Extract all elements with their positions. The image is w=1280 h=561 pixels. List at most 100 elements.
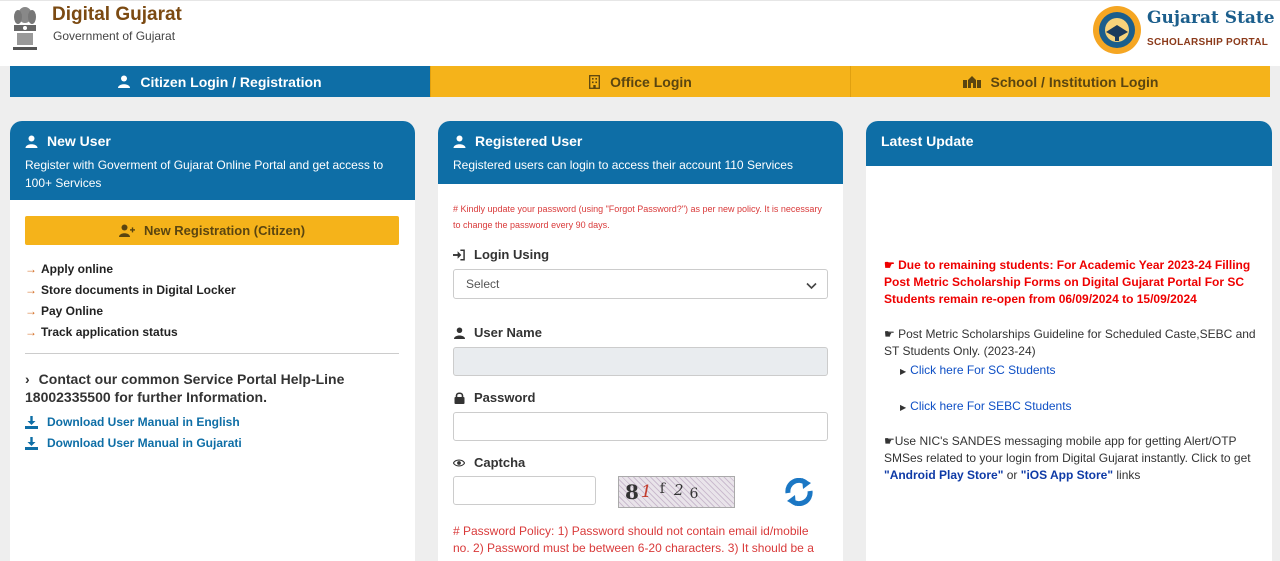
arrow-right-icon: → — [25, 282, 37, 297]
arrow-right-icon: → — [25, 324, 37, 339]
feature-text: Store documents in Digital Locker — [41, 282, 236, 297]
national-emblem-icon — [13, 7, 37, 50]
new-user-header: New User Register with Goverment of Guja… — [10, 121, 415, 200]
tab-citizen-login[interactable]: Citizen Login / Registration — [10, 66, 430, 97]
password-policy-text: # Password Policy: 1) Password should no… — [453, 524, 814, 555]
links-text: links — [1116, 468, 1141, 482]
login-using-select[interactable]: Select — [453, 269, 828, 299]
feature-text: Pay Online — [41, 303, 104, 318]
latest-update-card: Latest Update ☛ Due to remaining student… — [866, 121, 1272, 561]
login-using-text: Login Using — [474, 247, 550, 262]
captcha-char: 8 — [625, 480, 639, 504]
registered-user-title: Registered User — [475, 133, 583, 149]
captcha-char: 1 — [640, 482, 652, 502]
sign-in-icon — [453, 248, 465, 261]
tab-label: Citizen Login / Registration — [140, 73, 322, 90]
guideline-text: ☛ Post Metric Scholarships Guideline for… — [884, 326, 1264, 360]
arrow-right-icon: → — [25, 303, 37, 318]
new-user-card: New User Register with Goverment of Guja… — [10, 121, 415, 561]
tab-label: Office Login — [610, 73, 692, 90]
site-header: Digital Gujarat Government of Gujarat Gu… — [0, 0, 1280, 66]
registered-user-title-row: Registered User — [453, 133, 828, 149]
new-user-title-row: New User — [25, 133, 400, 149]
tab-label: School / Institution Login — [990, 73, 1159, 90]
tab-office-login[interactable]: Office Login — [430, 66, 850, 97]
scholarship-portal-logo — [1093, 6, 1141, 54]
password-input[interactable] — [453, 412, 828, 441]
captcha-char: 6 — [689, 486, 699, 502]
registered-user-header: Registered User Registered users can log… — [438, 121, 843, 184]
brand-title: Digital Gujarat — [52, 4, 182, 25]
list-item: → Track application status — [25, 321, 236, 342]
new-registration-button[interactable]: New Registration (Citizen) — [25, 216, 399, 245]
portal-subtitle: SCHOLARSHIP PORTAL — [1147, 37, 1269, 48]
pointing-hand-icon: ☛ — [884, 434, 895, 448]
login-tabs: Citizen Login / Registration Office Logi… — [10, 66, 1270, 97]
guideline-label: Post Metric Scholarships Guideline for S… — [884, 327, 1256, 358]
username-input[interactable] — [453, 347, 828, 376]
username-text: User Name — [474, 325, 542, 340]
pointing-hand-icon: ☛ — [884, 258, 899, 272]
password-update-notice: # Kindly update your password (using "Fo… — [453, 204, 822, 230]
alert-text: Due to remaining students: For Academic … — [884, 258, 1251, 306]
new-registration-label: New Registration (Citizen) — [143, 223, 306, 238]
download-english-label: Download User Manual in English — [47, 415, 240, 429]
android-play-store-link[interactable]: "Android Play Store" — [884, 468, 1003, 482]
login-using-label: Login Using — [453, 247, 549, 262]
sebc-students-link[interactable]: ▶ Click here For SEBC Students — [900, 399, 1072, 413]
eye-icon — [453, 458, 465, 468]
captcha-char: 2 — [673, 480, 684, 499]
user-icon — [453, 135, 466, 148]
or-text: or — [1006, 468, 1018, 482]
feature-list: → Apply online → Store documents in Digita… — [25, 258, 236, 342]
sc-students-link[interactable]: ▶ Click here For SC Students — [900, 363, 1056, 377]
new-user-description: Register with Goverment of Gujarat Onlin… — [25, 158, 384, 190]
helpline-label: Contact our common Service Portal Help-L… — [25, 371, 345, 405]
password-label: Password — [453, 390, 535, 405]
download-icon — [25, 415, 38, 429]
download-gujarati-label: Download User Manual in Gujarati — [47, 436, 242, 450]
password-text: Password — [474, 390, 536, 405]
refresh-captcha-icon[interactable] — [784, 477, 814, 511]
scholarship-alert: ☛ Due to remaining students: For Academi… — [884, 257, 1264, 308]
sebc-link-label: Click here For SEBC Students — [910, 399, 1072, 413]
user-icon — [25, 135, 38, 148]
tab-school-login[interactable]: School / Institution Login — [850, 66, 1270, 97]
captcha-input[interactable] — [453, 476, 596, 505]
user-icon — [453, 327, 465, 339]
ios-app-store-link[interactable]: "iOS App Store" — [1021, 468, 1113, 482]
registered-user-description: Registered users can login to access the… — [453, 158, 793, 172]
portal-title: Gujarat State — [1147, 8, 1275, 28]
latest-update-title: Latest Update — [881, 133, 974, 149]
download-manual-gujarati-link[interactable]: Download User Manual in Gujarati — [25, 436, 242, 450]
download-icon — [25, 436, 38, 450]
username-label: User Name — [453, 325, 542, 340]
new-user-title: New User — [47, 133, 111, 149]
institution-icon — [962, 75, 981, 88]
latest-update-header: Latest Update — [866, 121, 1272, 166]
list-item: → Pay Online — [25, 300, 236, 321]
sc-link-label: Click here For SC Students — [910, 363, 1056, 377]
registered-user-card: Registered User Registered users can log… — [438, 121, 843, 561]
user-icon — [118, 75, 131, 88]
arrow-right-icon: → — [25, 261, 37, 276]
sandes-label: Use NIC's SANDES messaging mobile app fo… — [884, 434, 1251, 465]
captcha-label: Captcha — [453, 455, 525, 470]
divider — [25, 353, 399, 354]
feature-text: Apply online — [41, 261, 113, 276]
brand-subtitle: Government of Gujarat — [53, 29, 176, 43]
captcha-text: Captcha — [474, 455, 526, 470]
helpline-text: › Contact our common Service Portal Help-… — [25, 370, 405, 406]
pointing-hand-icon: ☛ — [884, 327, 899, 341]
captcha-image: 8 1 f 2 6 — [618, 476, 735, 508]
caret-right-icon: ▶ — [900, 367, 907, 376]
user-plus-icon — [118, 224, 135, 237]
chevron-down-icon — [806, 279, 817, 293]
login-using-value: Select — [466, 277, 500, 291]
download-manual-english-link[interactable]: Download User Manual in English — [25, 415, 240, 429]
list-item: → Store documents in Digital Locker — [25, 279, 236, 300]
list-item: → Apply online — [25, 258, 236, 279]
caret-right-icon: ▶ — [900, 403, 907, 412]
feature-text: Track application status — [41, 324, 178, 339]
chevron-right-icon: › — [25, 371, 30, 387]
